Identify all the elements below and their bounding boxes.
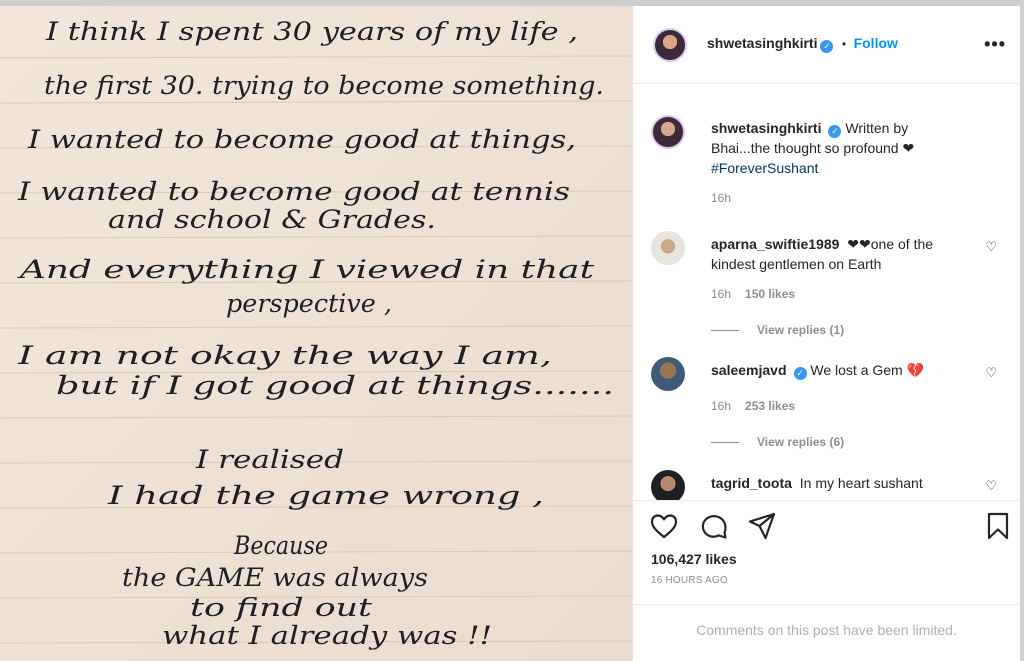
note-line: I realised (195, 445, 344, 474)
comment-bubble-icon[interactable] (699, 511, 729, 541)
view-replies-label: View replies (1) (757, 323, 845, 337)
comment-meta: 16h 253 likes (711, 399, 795, 413)
comment-text: aparna_swiftie1989 ❤❤one of the kindest … (711, 234, 971, 274)
post-actions: 106,427 likes 16 HOURS AGO (633, 500, 1020, 604)
instagram-post-modal: I think I spent 30 years of my life , th… (0, 0, 1024, 661)
comment-text: saleemjavd ✓ We lost a Gem 💔 (711, 360, 971, 380)
view-replies-button[interactable]: View replies (1) (711, 323, 844, 337)
follow-button[interactable]: Follow (854, 35, 898, 51)
comment-likes[interactable]: 150 likes (745, 287, 795, 301)
verified-badge-icon: ✓ (828, 125, 842, 138)
note-line: but if I got good at things....... (56, 371, 614, 400)
note-line: perspective , (226, 289, 392, 318)
comments-limited-notice: Comments on this post have been limited. (633, 604, 1020, 661)
share-send-icon[interactable] (747, 511, 777, 541)
note-line: Because (233, 531, 328, 560)
comment-username[interactable]: saleemjavd (711, 362, 787, 378)
note-line: I wanted to become good at things, (27, 125, 576, 154)
note-line: the GAME was always (122, 563, 428, 592)
comment-time[interactable]: 16h (711, 399, 731, 413)
like-comment-heart-icon[interactable]: ♡ (985, 239, 997, 255)
comment-item: tagrid_toota In my heart sushant ♡ (651, 470, 1003, 500)
more-options-icon[interactable]: ••• (984, 34, 1006, 55)
separator-dot: • (841, 37, 847, 51)
note-line: and school & Grades. (108, 205, 436, 234)
avatar[interactable] (651, 231, 685, 265)
view-replies-button[interactable]: View replies (6) (711, 435, 844, 449)
comment-meta: 16h 150 likes (711, 287, 795, 301)
note-line: what I already was !! (162, 621, 492, 650)
verified-badge-icon: ✓ (820, 40, 834, 53)
hashtag-link[interactable]: #ForeverSushant (711, 160, 818, 176)
comments-list[interactable]: shwetasinghkirti ✓ Written by Bhai...the … (633, 85, 1020, 500)
note-line: I think I spent 30 years of my life , (45, 17, 578, 46)
note-line: And everything I viewed in that (17, 255, 595, 284)
post-image[interactable]: I think I spent 30 years of my life , th… (0, 6, 632, 661)
post-side-panel: shwetasinghkirti ✓ • Follow ••• shwetasin… (632, 6, 1020, 661)
like-comment-heart-icon[interactable]: ♡ (985, 478, 997, 494)
note-line: I am not okay the way I am, (16, 341, 552, 370)
comment-body: We lost a Gem 💔 (810, 362, 925, 378)
comment-text: tagrid_toota In my heart sushant (711, 473, 971, 493)
username-link[interactable]: shwetasinghkirti (707, 35, 817, 51)
comment-likes[interactable]: 253 likes (745, 399, 795, 413)
note-line: I had the game wrong , (107, 481, 544, 510)
replies-divider (711, 442, 739, 444)
like-heart-icon[interactable] (649, 511, 679, 541)
comment-username[interactable]: tagrid_toota (711, 475, 792, 491)
handwritten-note: I think I spent 30 years of my life , th… (0, 6, 632, 661)
note-line: the first 30. trying to become something… (44, 71, 604, 100)
verified-badge-icon: ✓ (793, 367, 807, 380)
likes-count[interactable]: 106,427 likes (651, 551, 737, 567)
note-line: to find out (190, 593, 373, 622)
post-timestamp[interactable]: 16 HOURS AGO (651, 575, 728, 586)
replies-divider (711, 330, 739, 332)
avatar[interactable] (651, 470, 685, 500)
save-bookmark-icon[interactable] (983, 511, 1013, 541)
avatar[interactable] (653, 28, 687, 62)
comment-item: aparna_swiftie1989 ❤❤one of the kindest … (651, 231, 1003, 341)
comment-time[interactable]: 16h (711, 287, 731, 301)
caption-text: shwetasinghkirti ✓ Written by Bhai...the … (711, 118, 971, 178)
note-line: I wanted to become good at tennis (17, 177, 570, 206)
avatar[interactable] (651, 115, 685, 149)
avatar[interactable] (651, 357, 685, 391)
comment-item: saleemjavd ✓ We lost a Gem 💔 ♡ 16h 253 lik… (651, 357, 1003, 467)
view-replies-label: View replies (6) (757, 435, 845, 449)
comment-username[interactable]: aparna_swiftie1989 (711, 236, 839, 252)
header-user: shwetasinghkirti ✓ • Follow (707, 35, 898, 53)
caption-time[interactable]: 16h (711, 191, 731, 205)
caption-username[interactable]: shwetasinghkirti (711, 120, 821, 136)
comment-body: In my heart sushant (799, 475, 923, 491)
caption: shwetasinghkirti ✓ Written by Bhai...the … (651, 115, 1003, 215)
post-header: shwetasinghkirti ✓ • Follow ••• (633, 6, 1020, 84)
like-comment-heart-icon[interactable]: ♡ (985, 365, 997, 381)
